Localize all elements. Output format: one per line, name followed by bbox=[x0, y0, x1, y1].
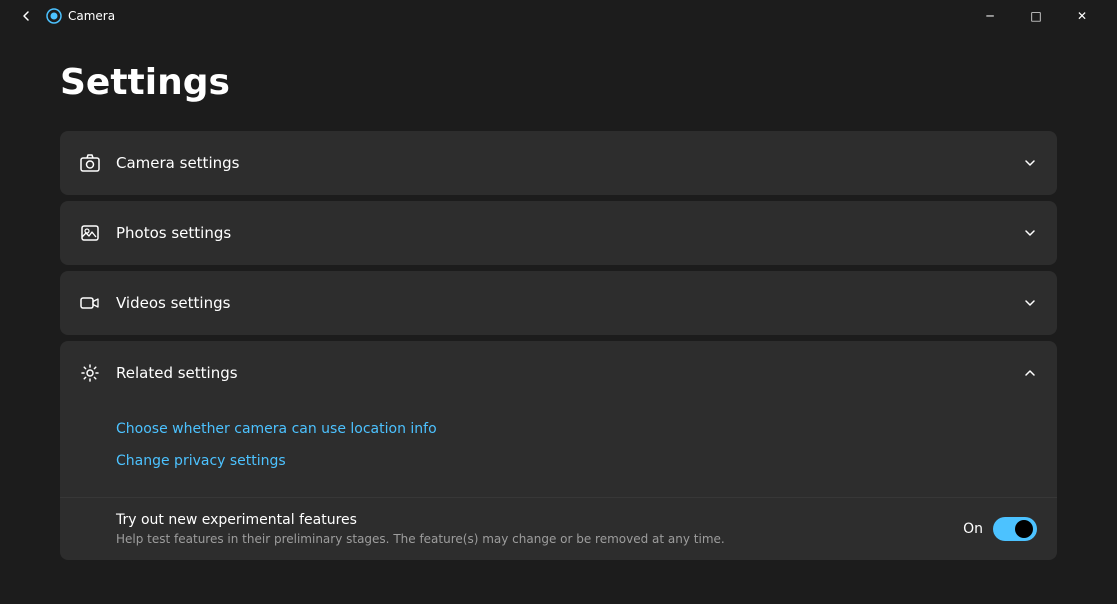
toggle-on-label: On bbox=[963, 521, 983, 537]
page-title: Settings bbox=[60, 62, 1057, 103]
videos-settings-section: Videos settings bbox=[60, 271, 1057, 335]
related-settings-content: Choose whether camera can use location i… bbox=[60, 405, 1057, 493]
camera-icon bbox=[80, 153, 100, 173]
photos-settings-section: Photos settings bbox=[60, 201, 1057, 265]
experimental-features-row: Try out new experimental features Help t… bbox=[60, 497, 1057, 560]
photo-icon bbox=[80, 223, 100, 243]
app-title: Camera bbox=[68, 9, 967, 23]
photos-settings-label: Photos settings bbox=[116, 224, 1023, 242]
related-settings-section: Related settings Choose whether camera c… bbox=[60, 341, 1057, 560]
experimental-text: Try out new experimental features Help t… bbox=[116, 512, 963, 546]
location-link[interactable]: Choose whether camera can use location i… bbox=[116, 413, 1037, 445]
camera-settings-section: Camera settings bbox=[60, 131, 1057, 195]
video-icon bbox=[80, 293, 100, 313]
settings-content: Settings Camera settings bbox=[0, 32, 1117, 604]
chevron-down-icon bbox=[1023, 296, 1037, 310]
videos-settings-header[interactable]: Videos settings bbox=[60, 271, 1057, 335]
minimize-button[interactable]: ─ bbox=[967, 0, 1013, 32]
experimental-description: Help test features in their preliminary … bbox=[116, 532, 963, 546]
back-button[interactable] bbox=[12, 2, 40, 30]
related-settings-label: Related settings bbox=[116, 364, 1023, 382]
photos-settings-header[interactable]: Photos settings bbox=[60, 201, 1057, 265]
privacy-link[interactable]: Change privacy settings bbox=[116, 445, 1037, 477]
maximize-button[interactable]: □ bbox=[1013, 0, 1059, 32]
app-icon bbox=[46, 8, 62, 24]
related-settings-header[interactable]: Related settings bbox=[60, 341, 1057, 405]
chevron-down-icon bbox=[1023, 156, 1037, 170]
gear-icon bbox=[80, 363, 100, 383]
experimental-toggle[interactable] bbox=[993, 517, 1037, 541]
experimental-title: Try out new experimental features bbox=[116, 512, 963, 528]
camera-settings-label: Camera settings bbox=[116, 154, 1023, 172]
chevron-up-icon bbox=[1023, 366, 1037, 380]
videos-settings-label: Videos settings bbox=[116, 294, 1023, 312]
title-bar: Camera ─ □ ✕ bbox=[0, 0, 1117, 32]
camera-settings-header[interactable]: Camera settings bbox=[60, 131, 1057, 195]
chevron-down-icon bbox=[1023, 226, 1037, 240]
toggle-thumb bbox=[1015, 520, 1033, 538]
close-button[interactable]: ✕ bbox=[1059, 0, 1105, 32]
experimental-toggle-container: On bbox=[963, 517, 1037, 541]
window-controls: ─ □ ✕ bbox=[967, 0, 1105, 32]
